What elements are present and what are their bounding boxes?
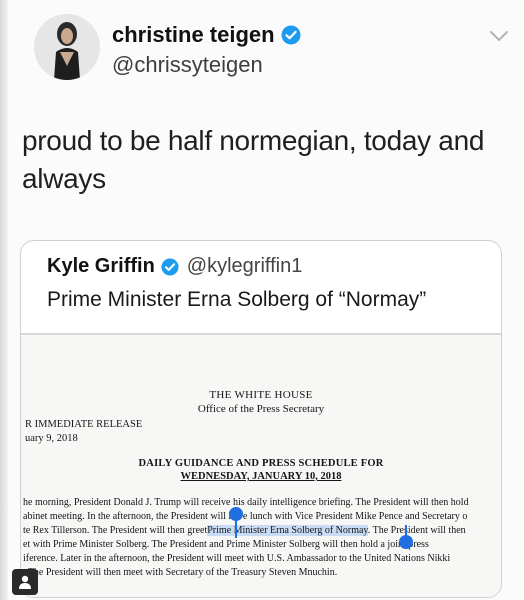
doc-line: he morning, President Donald J. Trump wi… [23,497,469,508]
selected-text[interactable]: Prime Minister Erna Solberg of Normay [207,525,368,536]
left-edge-shadow [0,0,8,600]
doc-schedule-date: WEDNESDAY, JANUARY 10, 2018 [180,471,342,482]
handle[interactable]: @chrissyteigen [112,52,263,78]
doc-schedule-title: DAILY GUIDANCE AND PRESS SCHEDULE FOR [138,458,384,469]
avatar[interactable] [34,14,100,80]
doc-office: Office of the Press Secretary [197,403,325,415]
user-tag-icon[interactable] [12,569,38,595]
doc-date: uary 9, 2018 [25,433,78,444]
press-document-image[interactable]: THE WHITE HOUSE Office of the Press Secr… [21,335,501,597]
doc-line: te Rex Tillerson. The President will the… [23,525,466,536]
person-icon [19,575,31,589]
doc-line-text: . The President will then [367,525,466,536]
verified-badge-icon [161,257,179,276]
chevron-down-icon[interactable] [488,28,510,44]
selection-handle-stem [235,518,237,538]
display-name-row: christine teigen [112,22,301,48]
quoted-author-row: Kyle Griffin @kylegriffin1 [47,255,302,278]
tweet-text: proud to be half normegian, today and al… [22,125,485,194]
doc-line-text: te Rex Tillerson. The President will the… [23,525,208,536]
display-name[interactable]: christine teigen [112,22,275,48]
selection-start-handle[interactable] [229,507,243,521]
avatar-photo [34,14,100,80]
quoted-handle[interactable]: @kylegriffin1 [187,255,303,278]
doc-org: THE WHITE HOUSE [209,389,313,401]
doc-line: abinet meeting. In the afternoon, the Pr… [23,511,468,522]
doc-line: iference. Later in the afternoon, the Pr… [23,553,451,564]
quoted-tweet-text: Prime Minister Erna Solberg of “Normay” [47,288,427,311]
selection-end-handle[interactable] [399,535,413,549]
doc-line: et with Prime Minister Solberg. The Pres… [23,539,429,550]
doc-release: R IMMEDIATE RELEASE [25,419,143,430]
quoted-tweet-card[interactable]: Kyle Griffin @kylegriffin1 Prime Ministe… [20,240,502,598]
verified-badge-icon [281,25,301,45]
quoted-display-name[interactable]: Kyle Griffin [47,255,155,278]
doc-line: . The President will then meet with Secr… [23,567,338,578]
